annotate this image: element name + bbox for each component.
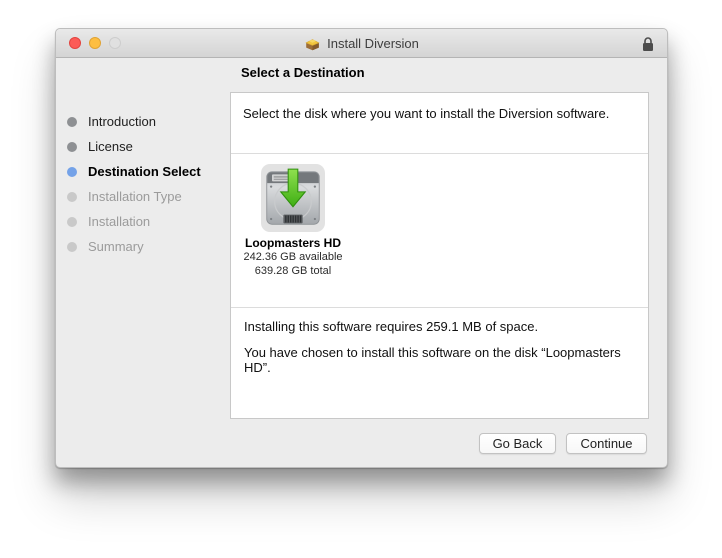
step-label: Installation Type [88,189,182,204]
window-title: Install Diversion [327,35,419,51]
titlebar[interactable]: Install Diversion [56,29,667,58]
disk-list: Loopmasters HD 242.36 GB available 639.2… [231,154,648,307]
step-introduction: Introduction [56,109,230,134]
disk-name: Loopmasters HD [244,236,342,250]
step-destination-select: Destination Select [56,159,230,184]
traffic-lights [69,37,121,49]
step-installation: Installation [56,209,230,234]
step-label: Introduction [88,114,156,129]
step-bullet-current [67,166,77,177]
step-label: Installation [88,214,151,229]
minimize-button[interactable] [89,37,101,49]
step-summary: Summary [56,234,230,259]
footer-buttons: Go Back Continue [479,433,647,454]
step-installation-type: Installation Type [56,184,230,209]
close-button[interactable] [69,37,81,49]
instruction-text: Select the disk where you want to instal… [243,106,610,121]
step-bullet [67,191,77,202]
step-label: Destination Select [88,164,201,179]
disk-item-loopmasters-hd[interactable]: Loopmasters HD 242.36 GB available 639.2… [237,164,349,278]
disk-selection-highlight [261,164,325,232]
step-label: License [88,139,133,154]
step-label: Summary [88,239,144,254]
zoom-button-disabled [109,37,121,49]
step-bullet [67,141,77,152]
chosen-disk-text: You have chosen to install this software… [244,344,621,376]
step-bullet [67,241,77,252]
lock-icon [643,37,653,51]
step-bullet [67,216,77,227]
install-info: Installing this software requires 259.1 … [231,308,648,397]
continue-button[interactable]: Continue [566,433,647,454]
installer-steps: Introduction License Destination Select … [56,109,230,259]
package-icon [305,39,320,51]
window-title-group: Install Diversion [304,35,419,51]
destination-panel: Select the disk where you want to instal… [230,92,649,419]
space-requirement-text: Installing this software requires 259.1 … [244,319,539,334]
disk-total: 639.28 GB total [254,265,332,277]
go-back-button[interactable]: Go Back [479,433,556,454]
disk-available: 242.36 GB available [243,251,343,263]
hard-drive-download-icon [266,168,320,225]
step-license: License [56,134,230,159]
step-bullet [67,116,77,127]
page-title: Select a Destination [241,65,365,80]
installer-window: Install Diversion Introduction License D… [55,28,668,468]
